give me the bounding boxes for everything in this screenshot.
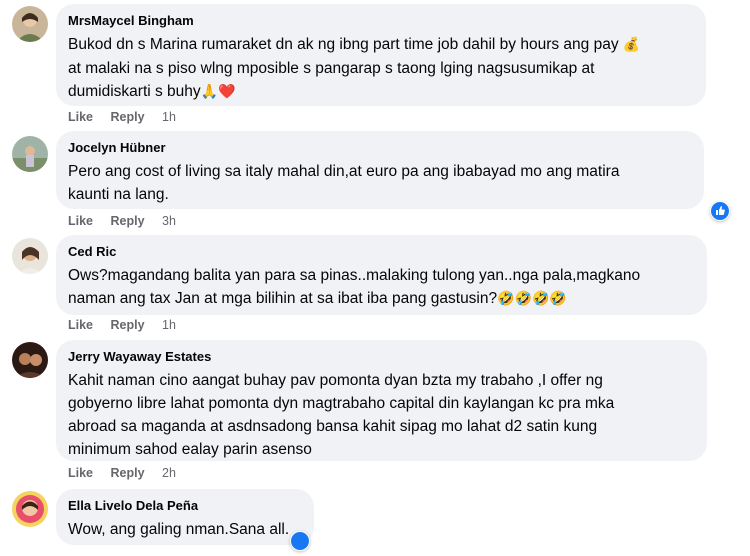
- timestamp[interactable]: 1h: [162, 110, 176, 124]
- comment-bubble: Ced Ric Ows?magandang balita yan para sa…: [56, 235, 707, 315]
- reply-button[interactable]: Reply: [111, 214, 145, 228]
- comment-line: minimum sahod ealay parin asenso: [68, 441, 312, 458]
- comment-actions: Like Reply 1h: [68, 110, 176, 124]
- comment-line: dumidiskarti s buhy: [68, 83, 201, 100]
- comment-text: Wow, ang galing nman.Sana all.: [68, 518, 302, 541]
- comment-line: Kahit naman cino aangat buhay pav pomont…: [68, 372, 603, 389]
- like-button[interactable]: Like: [68, 110, 93, 124]
- avatar-image: [12, 238, 48, 274]
- comment-text: Pero ang cost of living sa italy mahal d…: [68, 160, 692, 206]
- comment-actions: Like Reply 1h: [68, 318, 176, 332]
- rofl-emoji: 🤣🤣🤣🤣: [497, 291, 567, 307]
- like-reaction-icon: [291, 532, 309, 550]
- avatar[interactable]: [12, 342, 48, 378]
- avatar-image: [12, 342, 48, 378]
- pray-heart-emoji: 🙏❤️: [200, 84, 236, 100]
- comment-line: Wow, ang galing nman.Sana all.: [68, 521, 290, 538]
- like-reaction-badge[interactable]: [710, 201, 730, 221]
- avatar[interactable]: [12, 238, 48, 274]
- reply-button[interactable]: Reply: [111, 466, 145, 480]
- comment-author[interactable]: Ced Ric: [68, 243, 695, 260]
- comment-bubble: Jocelyn Hübner Pero ang cost of living s…: [56, 131, 704, 209]
- avatar[interactable]: [12, 6, 48, 42]
- timestamp[interactable]: 3h: [162, 214, 176, 228]
- comment-author[interactable]: Ella Livelo Dela Peña: [68, 497, 302, 514]
- like-reaction-icon: [711, 202, 729, 220]
- comment-bubble: Jerry Wayaway Estates Kahit naman cino a…: [56, 340, 707, 461]
- comment-text: Ows?magandang balita yan para sa pinas..…: [68, 264, 695, 311]
- comment-line: abroad sa maganda at asdnsadong bansa ka…: [68, 418, 598, 435]
- timestamp[interactable]: 1h: [162, 318, 176, 332]
- comment-text: Kahit naman cino aangat buhay pav pomont…: [68, 369, 695, 461]
- money-bag-emoji: 💰: [622, 37, 641, 53]
- like-button[interactable]: Like: [68, 318, 93, 332]
- comment-line: gobyerno libre lahat pomonta dyn magtrab…: [68, 395, 615, 412]
- comment-line: kaunti na lang.: [68, 186, 169, 203]
- comment-author[interactable]: Jocelyn Hübner: [68, 139, 692, 156]
- comment-line: Ows?magandang balita yan para sa pinas..…: [68, 267, 641, 284]
- comment-line: at malaki na s piso wlng mposible s pang…: [68, 60, 595, 77]
- comment-text: Bukod dn s Marina rumaraket dn ak ng ibn…: [68, 33, 694, 104]
- comment-bubble: MrsMaycel Bingham Bukod dn s Marina ruma…: [56, 4, 706, 106]
- comment-author[interactable]: Jerry Wayaway Estates: [68, 348, 695, 365]
- avatar-image: [12, 6, 48, 42]
- like-button[interactable]: Like: [68, 466, 93, 480]
- comment-actions: Like Reply 3h: [68, 214, 176, 228]
- comment-line: Pero ang cost of living sa italy mahal d…: [68, 163, 620, 180]
- avatar[interactable]: [12, 491, 48, 527]
- avatar-image: [12, 491, 48, 527]
- avatar[interactable]: [12, 136, 48, 172]
- comment-line: naman ang tax Jan at mga bilihin at sa i…: [68, 290, 498, 307]
- timestamp[interactable]: 2h: [162, 466, 176, 480]
- like-reaction-badge[interactable]: [290, 531, 310, 551]
- comment-actions: Like Reply 2h: [68, 466, 176, 480]
- reply-button[interactable]: Reply: [111, 318, 145, 332]
- like-button[interactable]: Like: [68, 214, 93, 228]
- comment-author[interactable]: MrsMaycel Bingham: [68, 12, 694, 29]
- comment-bubble: Ella Livelo Dela Peña Wow, ang galing nm…: [56, 489, 314, 545]
- reply-button[interactable]: Reply: [111, 110, 145, 124]
- comment-line: Bukod dn s Marina rumaraket dn ak ng ibn…: [68, 36, 619, 53]
- avatar-image: [12, 136, 48, 172]
